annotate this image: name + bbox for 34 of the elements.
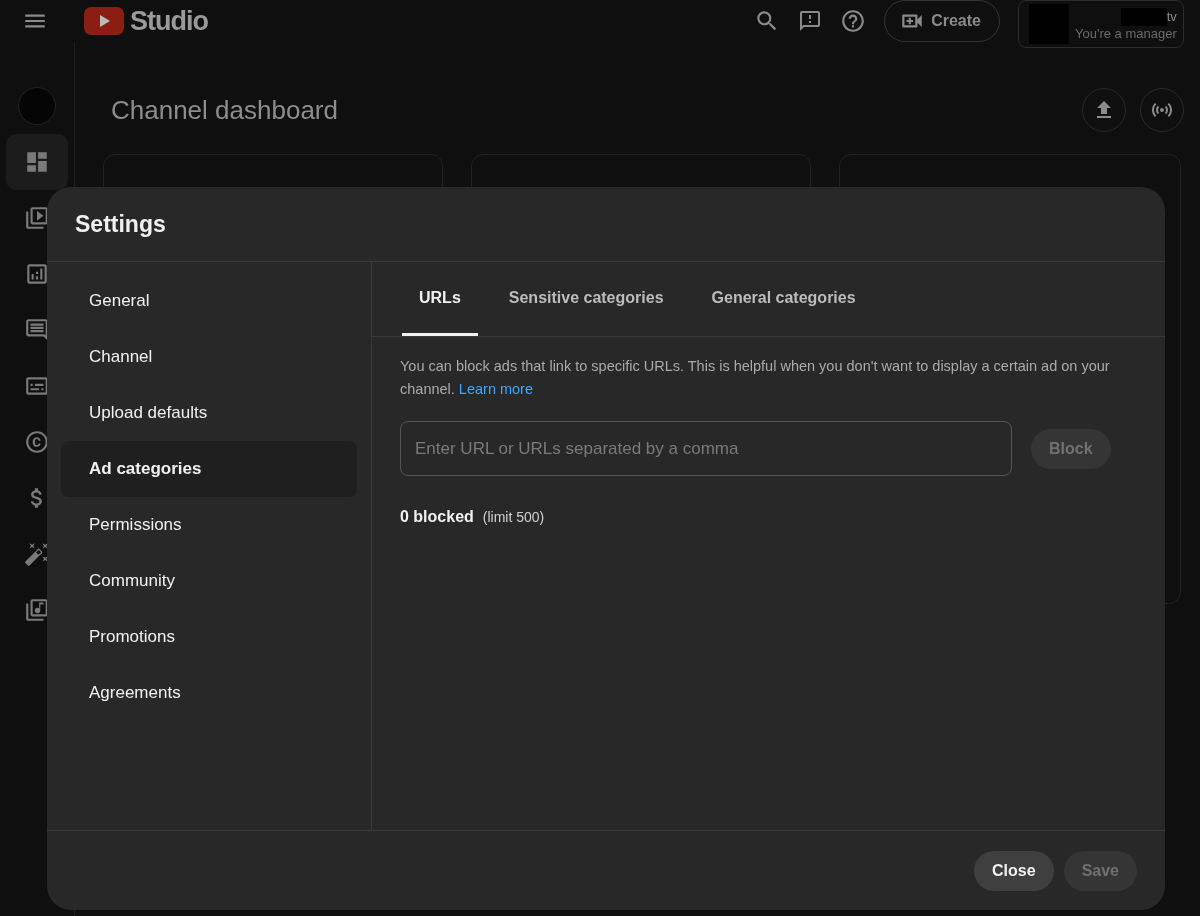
description-text: You can block ads that link to specific URLs. This is helpful when you don't want to display a certain ad on your channel. Learn more bbox=[400, 357, 1111, 399]
video-library-icon bbox=[24, 205, 50, 231]
nav-item[interactable]: General bbox=[61, 273, 357, 329]
music-library-icon bbox=[24, 597, 50, 623]
page-title: Channel dashboard bbox=[111, 94, 339, 126]
tab[interactable]: General categories bbox=[694, 262, 873, 336]
nav-item[interactable]: Upload defaults bbox=[61, 385, 357, 441]
nav-item[interactable]: Ad categories bbox=[61, 441, 357, 497]
url-field[interactable]: Enter URL or URLs separated by a comma bbox=[400, 421, 1012, 476]
account-switcher[interactable]: tv You're a manager bbox=[1018, 0, 1184, 48]
blocked-count: 0 blocked bbox=[400, 508, 474, 526]
copyright-icon bbox=[24, 429, 50, 455]
bar-chart-icon bbox=[24, 261, 50, 287]
tab[interactable]: Sensitive categories bbox=[491, 262, 681, 336]
account-role: You're a manager bbox=[1075, 25, 1177, 41]
logo-text: Studio bbox=[130, 5, 208, 37]
account-name: tv bbox=[1166, 9, 1177, 24]
nav-item[interactable]: Promotions bbox=[61, 609, 357, 665]
channel-avatar bbox=[18, 87, 56, 125]
learn-more-link[interactable]: Learn more bbox=[458, 381, 533, 397]
play-logo-icon bbox=[84, 7, 124, 35]
tab[interactable]: URLs bbox=[402, 262, 478, 336]
nav-item[interactable]: Channel bbox=[61, 329, 357, 385]
nav-item[interactable]: Agreements bbox=[61, 665, 357, 721]
help-button[interactable] bbox=[840, 8, 867, 34]
dialog-title: Settings bbox=[75, 210, 166, 238]
nav-item[interactable]: Permissions bbox=[61, 497, 357, 553]
nav-item[interactable]: Community bbox=[61, 553, 357, 609]
rail-item[interactable] bbox=[6, 134, 68, 190]
magic-wand-icon bbox=[24, 541, 50, 567]
dialog-button[interactable]: Close bbox=[974, 850, 1054, 891]
dashboard-icon bbox=[24, 149, 50, 175]
limit-text: (limit 500) bbox=[482, 509, 545, 525]
feedback-button[interactable] bbox=[798, 9, 823, 33]
